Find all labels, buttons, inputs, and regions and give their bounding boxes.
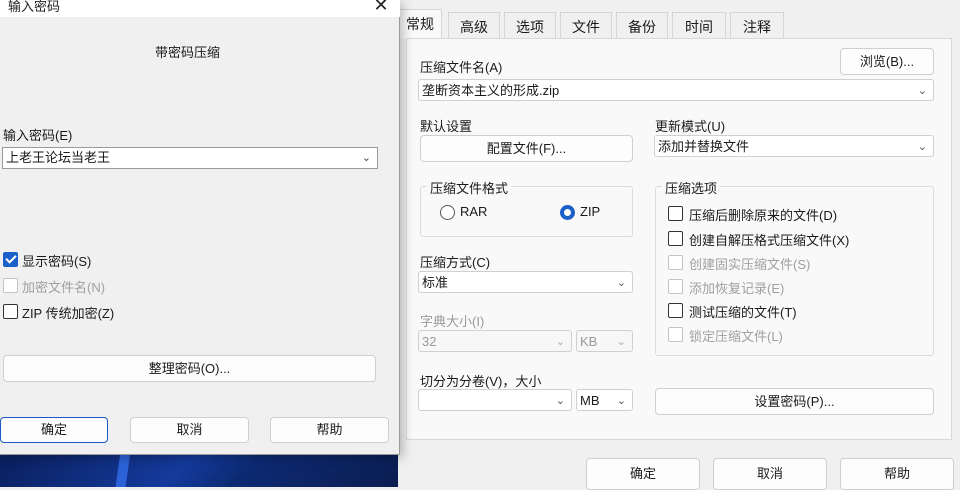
archive-name-value: 垄断资本主义的形成.zip bbox=[422, 83, 560, 98]
compression-options-group-title: 压缩选项 bbox=[662, 178, 721, 197]
lock-archive-label: 锁定压缩文件(L) bbox=[689, 329, 783, 344]
profiles-button[interactable]: 配置文件(F)... bbox=[420, 135, 633, 162]
dictionary-size-label: 字典大小(I) bbox=[420, 314, 485, 329]
add-recovery-record-label: 添加恢复记录(E) bbox=[689, 281, 785, 296]
compression-method-select[interactable]: 标准 ⌄ bbox=[418, 271, 633, 293]
tab-files[interactable]: 文件 bbox=[560, 12, 612, 39]
close-icon[interactable]: ✕ bbox=[370, 0, 392, 16]
chevron-down-icon: ⌄ bbox=[917, 85, 927, 97]
create-sfx-label: 创建自解压格式压缩文件(X) bbox=[689, 233, 850, 248]
tab-comment[interactable]: 注释 bbox=[730, 12, 784, 39]
split-volumes-label: 切分为分卷(V)，大小 bbox=[420, 374, 542, 389]
browse-button[interactable]: 浏览(B)... bbox=[840, 48, 934, 75]
zip-legacy-encryption-checkbox[interactable] bbox=[3, 304, 18, 319]
add-recovery-record-checkbox[interactable] bbox=[668, 279, 683, 294]
tab-options[interactable]: 选项 bbox=[504, 12, 556, 39]
password-input[interactable]: 上老王论坛当老王 ⌄ bbox=[2, 147, 378, 169]
password-dialog bbox=[0, 0, 400, 455]
update-mode-label: 更新模式(U) bbox=[655, 119, 726, 134]
archive-help-button[interactable]: 帮助 bbox=[840, 458, 954, 490]
test-archive-label: 测试压缩的文件(T) bbox=[689, 305, 797, 320]
password-label: 输入密码(E) bbox=[3, 128, 73, 143]
delete-after-compress-checkbox[interactable] bbox=[668, 206, 683, 221]
split-unit-value: MB bbox=[580, 393, 600, 408]
password-dialog-title: 输入密码 bbox=[8, 0, 61, 14]
chevron-down-icon: ⌄ bbox=[616, 395, 626, 407]
create-solid-checkbox[interactable] bbox=[668, 255, 683, 270]
split-unit-select[interactable]: MB ⌄ bbox=[576, 389, 633, 411]
dictionary-unit-value: KB bbox=[580, 334, 598, 349]
create-sfx-checkbox[interactable] bbox=[668, 231, 683, 246]
chevron-down-icon: ⌄ bbox=[555, 336, 565, 348]
zip-legacy-encryption-label: ZIP 传统加密(Z) bbox=[22, 306, 115, 321]
test-archive-checkbox[interactable] bbox=[668, 303, 683, 318]
tab-general[interactable]: 常规 bbox=[398, 9, 442, 39]
encrypt-filenames-checkbox[interactable] bbox=[3, 278, 18, 293]
tab-backup[interactable]: 备份 bbox=[616, 12, 668, 39]
compression-method-label: 压缩方式(C) bbox=[420, 255, 491, 270]
archive-cancel-button[interactable]: 取消 bbox=[713, 458, 827, 490]
show-password-checkbox[interactable] bbox=[3, 252, 18, 267]
format-rar-radio[interactable] bbox=[440, 205, 455, 220]
archive-name-label: 压缩文件名(A) bbox=[420, 60, 503, 75]
dictionary-unit-select[interactable]: KB ⌄ bbox=[576, 330, 633, 352]
format-zip-label: ZIP bbox=[580, 204, 601, 219]
default-settings-label: 默认设置 bbox=[420, 119, 473, 134]
create-solid-label: 创建固实压缩文件(S) bbox=[689, 257, 811, 272]
archive-format-group-title: 压缩文件格式 bbox=[427, 178, 512, 197]
chevron-down-icon: ⌄ bbox=[555, 395, 565, 407]
archive-ok-button[interactable]: 确定 bbox=[586, 458, 700, 490]
compression-method-value: 标准 bbox=[422, 275, 449, 290]
chevron-down-icon: ⌄ bbox=[361, 152, 371, 164]
split-size-input[interactable]: ⌄ bbox=[418, 389, 572, 411]
archive-name-input[interactable]: 垄断资本主义的形成.zip ⌄ bbox=[418, 79, 934, 101]
format-rar-label: RAR bbox=[460, 204, 488, 219]
lock-archive-checkbox[interactable] bbox=[668, 327, 683, 342]
format-zip-radio[interactable] bbox=[560, 205, 575, 220]
encrypt-filenames-label: 加密文件名(N) bbox=[22, 280, 106, 295]
tab-time[interactable]: 时间 bbox=[672, 12, 726, 39]
desktop-wallpaper bbox=[0, 452, 406, 487]
update-mode-select[interactable]: 添加并替换文件 ⌄ bbox=[654, 135, 934, 157]
dictionary-size-value: 32 bbox=[422, 334, 437, 349]
show-password-label: 显示密码(S) bbox=[22, 254, 92, 269]
password-cancel-button[interactable]: 取消 bbox=[130, 417, 249, 443]
password-dialog-subtitle: 带密码压缩 bbox=[155, 45, 221, 60]
chevron-down-icon: ⌄ bbox=[616, 336, 626, 348]
organize-passwords-button[interactable]: 整理密码(O)... bbox=[3, 355, 376, 382]
tab-advanced[interactable]: 高级 bbox=[448, 12, 500, 39]
password-ok-button[interactable]: 确定 bbox=[0, 417, 108, 443]
dictionary-size-select[interactable]: 32 ⌄ bbox=[418, 330, 572, 352]
update-mode-value: 添加并替换文件 bbox=[658, 139, 750, 154]
delete-after-compress-label: 压缩后删除原来的文件(D) bbox=[689, 208, 838, 223]
set-password-button[interactable]: 设置密码(P)... bbox=[655, 388, 934, 415]
chevron-down-icon: ⌄ bbox=[616, 277, 626, 289]
password-value: 上老王论坛当老王 bbox=[6, 150, 111, 165]
chevron-down-icon: ⌄ bbox=[917, 141, 927, 153]
password-help-button[interactable]: 帮助 bbox=[270, 417, 389, 443]
